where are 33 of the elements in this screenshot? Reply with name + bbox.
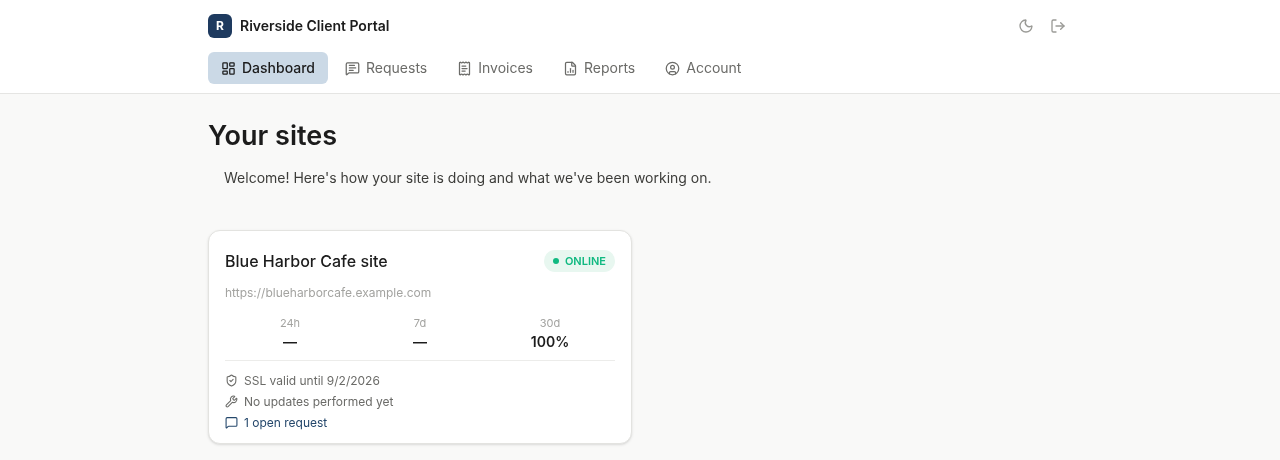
chart-document-icon: [563, 60, 578, 76]
user-circle-icon: [665, 60, 681, 76]
detail-text: No updates performed yet: [244, 393, 394, 410]
uptime-period: 24h: [279, 315, 301, 332]
intro-text: Welcome! Here's how your site is doing and what we've been working on.: [224, 168, 713, 188]
logo: R: [208, 14, 232, 38]
nav-tab[interactable]: Invoices: [444, 52, 546, 84]
wrench-icon: [225, 395, 238, 408]
site-url: https://blueharborcafe.example.com: [225, 285, 432, 301]
dark-mode-button[interactable]: [1018, 18, 1034, 34]
logout-button[interactable]: [1050, 18, 1066, 34]
nav-tab[interactable]: Reports: [550, 52, 649, 84]
site-name: Blue Harbor Cafe site: [225, 250, 388, 273]
nav-tab[interactable]: Requests: [332, 52, 441, 84]
message-icon: [225, 416, 238, 429]
dashboard-icon: [221, 60, 236, 76]
nav-tab[interactable]: Account: [652, 52, 755, 84]
receipt-icon: [457, 60, 473, 76]
nav-tab[interactable]: Dashboard: [208, 52, 328, 84]
detail-text: SSL valid until 9/2/2026: [244, 372, 380, 389]
uptime-period: 30d: [539, 315, 561, 332]
uptime-value: —: [283, 331, 297, 352]
uptime-period: 7d: [413, 315, 427, 332]
uptime-value: —: [413, 331, 427, 352]
open-requests-link[interactable]: 1 open request: [244, 414, 328, 431]
shield-check-icon: [225, 374, 238, 387]
uptime-value: 100%: [530, 331, 570, 352]
message-icon: [345, 60, 360, 76]
page-title: Your sites: [208, 118, 339, 154]
moon-icon: [1018, 18, 1034, 34]
logout-icon: [1050, 18, 1066, 34]
portal-title: Riverside Client Portal: [240, 16, 390, 36]
status-label: ONLINE: [564, 252, 606, 270]
